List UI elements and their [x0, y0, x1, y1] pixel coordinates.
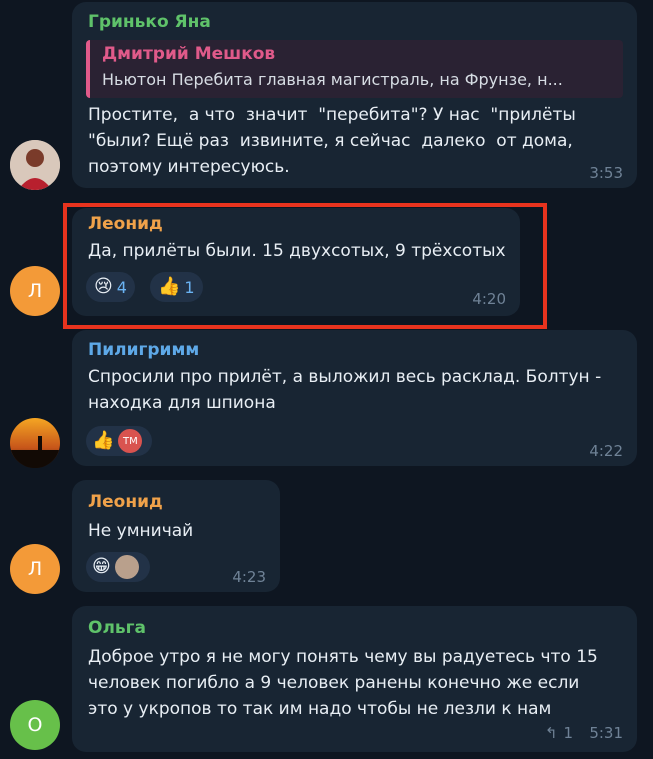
message-text: Не умничай — [88, 521, 194, 541]
message-time: 4:23 — [232, 568, 266, 586]
avatar-letter: Л — [27, 280, 43, 302]
reply-sender: Дмитрий Мешков — [102, 44, 276, 64]
message-text-line: поэтому интересуюсь. — [88, 157, 290, 177]
sender-name[interactable]: Ольга — [88, 618, 146, 638]
message-text-line: Спросили про прилёт, а выложил весь раск… — [88, 367, 602, 387]
avatar[interactable] — [10, 140, 60, 190]
replies-count: 1 — [563, 724, 573, 742]
avatar[interactable] — [10, 418, 60, 468]
avatar[interactable]: Л — [10, 266, 60, 316]
message-text-line: находка для шпиона — [88, 393, 276, 413]
red-highlight-frame — [63, 203, 547, 329]
message-text-line: Простите, а что значит "перебита"? У нас… — [88, 105, 576, 125]
message-time: 4:22 — [589, 442, 623, 460]
message-time: 5:31 — [589, 724, 623, 742]
avatar-letter: О — [27, 714, 43, 736]
thumbs-up-icon: 👍 — [92, 430, 115, 451]
reply-text: Ньютон Перебита главная магистраль, на Ф… — [102, 70, 563, 89]
message-bubble[interactable]: Гринько Яна Дмитрий Мешков Ньютон Переби… — [72, 2, 637, 188]
message-text-line: человек погибло а 9 человек ранены конеч… — [88, 673, 580, 693]
replies-indicator[interactable]: ↰ 1 — [545, 724, 573, 742]
message-time: 3:53 — [589, 164, 623, 182]
reaction-grin[interactable]: 😁 — [86, 552, 150, 582]
message-bubble[interactable]: Леонид Не умничай 😁 4:23 — [72, 480, 280, 592]
message-text-line: "были? Ещё раз извините, я сейчас далеко… — [88, 131, 573, 151]
avatar-letter: Л — [27, 558, 43, 580]
avatar[interactable]: Л — [10, 544, 60, 594]
message-text-line: это у укропов то так им надо чтобы не ле… — [88, 699, 552, 719]
message-text-line: Доброе утро я не могу понять чему вы рад… — [88, 647, 598, 667]
reactor-avatar — [114, 555, 139, 579]
reply-arrow-icon: ↰ — [544, 724, 558, 742]
message-bubble[interactable]: Пилигримм Спросили про прилёт, а выложил… — [72, 330, 637, 466]
sender-name[interactable]: Пилигримм — [88, 340, 199, 360]
grinning-face-icon: 😁 — [92, 556, 111, 577]
reply-quote[interactable]: Дмитрий Мешков Ньютон Перебита главная м… — [86, 40, 623, 98]
reactor-avatar: TM — [118, 429, 143, 453]
sender-name[interactable]: Гринько Яна — [88, 12, 211, 32]
avatar[interactable]: О — [10, 700, 60, 750]
reactor-initials: TM — [123, 435, 138, 447]
reaction-thumbs-up[interactable]: 👍 TM — [86, 426, 152, 456]
message-bubble[interactable]: Ольга Доброе утро я не могу понять чему … — [72, 606, 637, 752]
sender-name[interactable]: Леонид — [88, 492, 163, 512]
